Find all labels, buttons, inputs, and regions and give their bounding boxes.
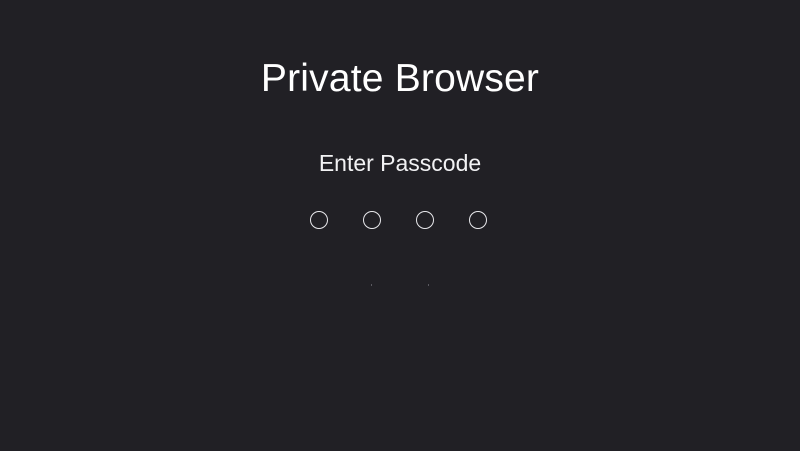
passcode-screen: Private Browser Enter Passcode	[0, 0, 800, 451]
passcode-prompt: Enter Passcode	[318, 150, 482, 176]
passcode-dot-1	[310, 211, 328, 229]
passcode-dots	[310, 211, 491, 231]
passcode-dot-4	[469, 211, 487, 229]
separator-mark	[428, 284, 429, 286]
passcode-dot-3	[416, 211, 434, 229]
app-title: Private Browser	[260, 57, 540, 100]
passcode-dot-2	[363, 211, 381, 229]
separator-mark	[371, 284, 372, 286]
